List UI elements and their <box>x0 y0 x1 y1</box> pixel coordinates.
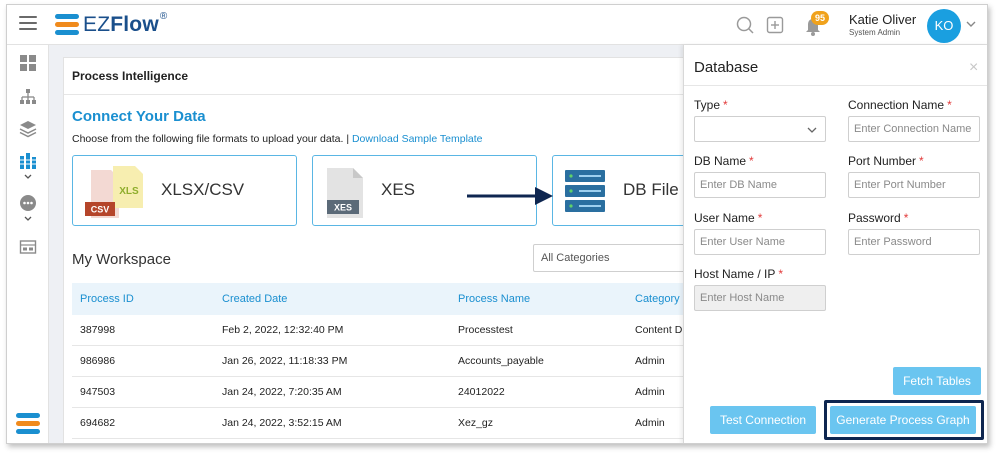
xls-badge-text: XLS <box>119 186 139 197</box>
format-label-db-file: DB File <box>623 180 679 199</box>
user-name-field[interactable] <box>694 229 826 255</box>
table-row[interactable]: 387998 Feb 2, 2022, 12:32:40 PM Processt… <box>72 315 690 346</box>
add-icon[interactable] <box>765 15 785 35</box>
format-label-xlsx-csv: XLSX/CSV <box>161 180 245 199</box>
callout-arrow-icon <box>467 187 553 205</box>
host-name-field[interactable] <box>694 285 826 311</box>
logo-registered-mark: ® <box>159 10 168 22</box>
chevron-down-icon[interactable] <box>965 18 977 30</box>
port-number-label: Port Number * <box>848 154 924 168</box>
chevron-down-icon <box>807 127 817 133</box>
user-name-label: User Name * <box>694 211 763 225</box>
user-name[interactable]: Katie Oliver <box>849 12 916 27</box>
chat-icon[interactable] <box>18 193 38 213</box>
left-sidebar <box>7 45 49 443</box>
download-sample-template-link[interactable]: Download Sample Template <box>352 133 483 145</box>
password-label: Password * <box>848 211 909 225</box>
panel-title: Database <box>694 59 759 76</box>
process-intelligence-card: Process Intelligence Connect Your Data C… <box>63 57 777 443</box>
workspace-table: Process ID Created Date Process Name Cat… <box>72 283 690 439</box>
password-field[interactable] <box>848 229 980 255</box>
cell-category: Admin <box>635 355 665 367</box>
connect-data-title: Connect Your Data <box>72 108 206 125</box>
category-select[interactable]: All Categories <box>533 244 693 272</box>
app-window: EZFlow® 95 Katie Oliver System Admin KO <box>6 4 988 444</box>
col-header-created-date[interactable]: Created Date <box>222 293 287 305</box>
top-header: EZFlow ® 95 Katie Oliver System Admin KO <box>7 5 987 45</box>
xes-file-icon: XES <box>327 168 363 218</box>
cell-created-date: Jan 24, 2022, 3:52:15 AM <box>222 417 342 429</box>
cell-process-id: 694682 <box>80 417 116 429</box>
format-label-xes: XES <box>381 180 416 199</box>
connect-data-description: Choose from the following file formats t… <box>72 133 483 145</box>
close-icon[interactable]: × <box>969 59 978 77</box>
cell-created-date: Jan 26, 2022, 11:18:33 PM <box>222 355 348 367</box>
notification-count-badge: 95 <box>811 11 829 25</box>
cell-created-date: Feb 2, 2022, 12:32:40 PM <box>222 324 344 336</box>
test-connection-button[interactable]: Test Connection <box>710 406 816 434</box>
avatar[interactable]: KO <box>927 9 961 43</box>
hamburger-menu-icon[interactable] <box>19 16 37 32</box>
ezflow-logo-mark-icon <box>55 13 79 37</box>
type-select[interactable] <box>694 116 826 142</box>
cell-process-name: Accounts_payable <box>458 355 544 367</box>
cell-process-id: 387998 <box>80 324 116 336</box>
form-icon[interactable] <box>18 237 38 257</box>
xlsx-csv-file-icon: CSV XLS <box>85 166 143 218</box>
org-chart-icon[interactable] <box>18 87 38 107</box>
page-title: Process Intelligence <box>72 69 189 83</box>
cell-process-name: Processtest <box>458 324 513 336</box>
generate-button-highlight-outline <box>824 400 984 440</box>
xes-badge-text: XES <box>334 203 352 213</box>
format-card-xlsx-csv[interactable]: CSV XLS XLSX/CSV <box>72 155 297 226</box>
chevron-down-icon[interactable] <box>23 215 33 223</box>
cell-process-name: Xez_gz <box>458 417 494 429</box>
cell-category: Content D <box>635 324 683 336</box>
divider <box>64 94 688 95</box>
db-name-field[interactable] <box>694 172 826 198</box>
table-row[interactable]: 986986 Jan 26, 2022, 11:18:33 PM Account… <box>72 346 690 377</box>
connection-name-field[interactable] <box>848 116 980 142</box>
port-number-field[interactable] <box>848 172 980 198</box>
cell-process-name: 24012022 <box>458 386 505 398</box>
ezflow-logo[interactable]: EZFlow ® <box>55 11 167 39</box>
col-header-process-id[interactable]: Process ID <box>80 293 134 305</box>
host-name-label: Host Name / IP * <box>694 267 784 281</box>
process-intelligence-icon[interactable] <box>18 151 38 171</box>
workspace-title: My Workspace <box>72 251 171 268</box>
table-row[interactable]: 694682 Jan 24, 2022, 3:52:15 AM Xez_gz A… <box>72 408 690 439</box>
fetch-tables-button[interactable]: Fetch Tables <box>893 367 981 395</box>
cell-category: Admin <box>635 417 665 429</box>
db-name-label: DB Name * <box>694 154 754 168</box>
database-panel: Database × Type* Connection Name* DB Nam… <box>683 45 987 443</box>
col-header-process-name[interactable]: Process Name <box>458 293 530 305</box>
connection-name-label: Connection Name * <box>848 98 952 112</box>
ezflow-logo-mark-icon[interactable] <box>13 409 43 439</box>
divider <box>684 85 987 86</box>
type-label: Type * <box>694 98 728 112</box>
cell-process-id: 986986 <box>80 355 116 367</box>
layers-icon[interactable] <box>18 119 38 139</box>
logo-text: EZFlow <box>83 13 159 36</box>
table-header: Process ID Created Date Process Name Cat… <box>72 283 690 315</box>
csv-badge-text: CSV <box>91 205 110 215</box>
chevron-down-icon[interactable] <box>23 173 33 181</box>
search-icon[interactable] <box>735 15 755 35</box>
user-role: System Admin <box>849 28 901 37</box>
cell-category: Admin <box>635 386 665 398</box>
cell-process-id: 947503 <box>80 386 116 398</box>
table-row[interactable]: 947503 Jan 24, 2022, 7:20:35 AM 24012022… <box>72 377 690 408</box>
dashboard-icon[interactable] <box>18 53 38 73</box>
col-header-category[interactable]: Category <box>635 293 680 305</box>
cell-created-date: Jan 24, 2022, 7:20:35 AM <box>222 386 342 398</box>
database-server-icon <box>565 170 605 212</box>
